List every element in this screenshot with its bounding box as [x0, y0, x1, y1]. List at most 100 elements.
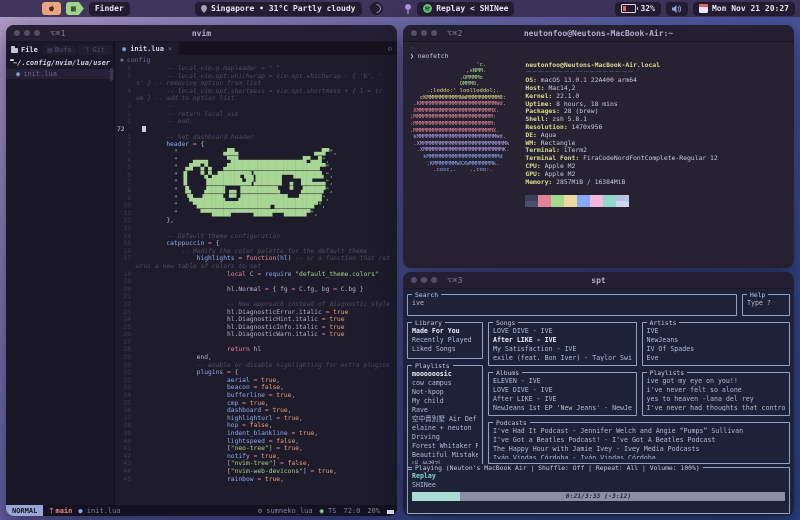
- playlists-panel-left[interactable]: Playlists moooooosiccow campusNot-kpopMy…: [407, 365, 483, 470]
- tab-close-icon[interactable]: ×: [168, 45, 172, 53]
- list-item[interactable]: My child: [412, 397, 478, 406]
- git-branch[interactable]: ᛘmain: [49, 507, 72, 515]
- focus-toggle-icon[interactable]: [370, 2, 383, 15]
- minimize-button[interactable]: [421, 30, 427, 36]
- buffer-tab-init-lua[interactable]: ◉ init.lua ×: [115, 42, 179, 55]
- code-line: 6 -- local_vim.g.mapleader = " ": [115, 65, 397, 73]
- lua-file-icon: ●: [78, 507, 82, 515]
- breadcrumb: ✱ config: [115, 55, 397, 64]
- library-panel[interactable]: Library Made For YouRecently PlayedLiked…: [407, 322, 483, 359]
- tree-root-folder[interactable]: ~/.config/nvim/lua/user: [6, 57, 114, 69]
- list-item[interactable]: LOVE DIVE - IVE: [493, 327, 632, 336]
- terminal-titlebar[interactable]: ⌥⌘2 neutonfoo@Neutons-MacBook-Air:~: [403, 25, 794, 42]
- list-item[interactable]: Beautiful Mistakes: [412, 451, 478, 460]
- list-item[interactable]: ive got my eye on you!!: [647, 377, 786, 386]
- code-line: 21: [115, 293, 397, 301]
- list-item[interactable]: Driving: [412, 433, 478, 442]
- list-item[interactable]: Liked Songs: [412, 345, 478, 354]
- list-item[interactable]: The Happy Hour with Jamie Ivey - Ivey Me…: [493, 445, 785, 454]
- traffic-lights: [411, 277, 437, 283]
- list-item[interactable]: LOVE DIVE - IVE: [493, 386, 632, 395]
- list-item[interactable]: Iván Vindas Córdoba - Iván Vindas Córdob…: [493, 454, 785, 459]
- code-area[interactable]: 6 -- local_vim.g.mapleader = " "5 -- loc…: [115, 64, 397, 505]
- list-item[interactable]: cow campus: [412, 379, 478, 388]
- list-item[interactable]: Made For You: [412, 327, 478, 336]
- list-item[interactable]: I've Had It Podcast - Jennifer Welch and…: [493, 427, 785, 436]
- list-item[interactable]: I've Got a Beatles Podcast! - I've Got A…: [493, 436, 785, 445]
- minimize-button[interactable]: [421, 277, 427, 283]
- weather-label: Singapore • 31°C Partly cloudy: [211, 4, 356, 13]
- list-item[interactable]: i've never felt so alone: [647, 386, 786, 395]
- list-item[interactable]: After LIKE - IVE: [493, 336, 632, 345]
- podcasts-panel[interactable]: Podcasts I've Had It Podcast - Jennifer …: [488, 422, 790, 464]
- list-item[interactable]: Forest Whitaker Ra: [412, 442, 478, 451]
- symbol-icon: ✱: [120, 56, 124, 64]
- code-line: 44 ["nvim-web-devicons"] = true,: [115, 468, 397, 476]
- list-item[interactable]: elaine + neuton: [412, 424, 478, 433]
- window-title: nvim: [66, 29, 337, 38]
- list-item[interactable]: NewJeans 1st EP 'New Jeans' - NewJeans: [493, 404, 632, 411]
- list-item[interactable]: IV Of Spades: [647, 345, 786, 354]
- weather-pill[interactable]: Singapore • 31°C Partly cloudy: [195, 2, 362, 16]
- nvim-titlebar[interactable]: ⌥⌘1 nvim: [6, 25, 397, 42]
- close-button[interactable]: [411, 277, 417, 283]
- songs-panel[interactable]: Songs LOVE DIVE - IVEAfter LIKE - IVEMy …: [488, 322, 637, 366]
- tree-tab-git[interactable]: ᛘGit: [78, 45, 112, 55]
- help-panel[interactable]: Help Type ?: [742, 294, 790, 316]
- logo-line: .XMMMMMMMMMMMMMMMMMMMMMMMMMMk: [410, 141, 509, 148]
- color-swatch: [590, 201, 603, 207]
- list-item[interactable]: My Satisfaction - IVE: [493, 345, 632, 354]
- logo-line: XMMMMMMMMMMMMMMMMMMMMMMMX.: [410, 108, 509, 115]
- spt-titlebar[interactable]: ⌥⌘3 spt: [403, 272, 794, 289]
- now-playing-label: Replay < SHINee: [436, 4, 508, 13]
- close-button[interactable]: [411, 30, 417, 36]
- list-item[interactable]: Recently Played: [412, 336, 478, 345]
- list-item[interactable]: Rave: [412, 406, 478, 415]
- list-item[interactable]: I've never had thoughts that control me: [647, 404, 786, 411]
- list-item[interactable]: Not-kpop: [412, 388, 478, 397]
- tree-tab-bufs[interactable]: ▤Bufs: [43, 45, 77, 55]
- playing-panel[interactable]: Playing (Neuton's MacBook Air | Shuffle:…: [407, 467, 790, 514]
- search-panel[interactable]: Search ive: [407, 294, 737, 316]
- settings-gear-icon[interactable]: ⚙: [388, 45, 392, 53]
- terminal-content[interactable]: ~ ❯ neofetch 'c. ,xNMM. .OMMMMo OMMM0, .…: [403, 42, 794, 210]
- progress-bar[interactable]: 0:21/3:33 (-3:12): [412, 492, 785, 501]
- space-indicator[interactable]: ▦: [66, 2, 84, 15]
- code-line: 32 aerial = true,: [115, 377, 397, 385]
- albums-panel[interactable]: Albums ELEVEN - IVELOVE DIVE - IVEAfter …: [488, 372, 637, 416]
- list-item[interactable]: 空中賣別墅 Air Def: [412, 415, 478, 424]
- tree-scrollbar[interactable]: [110, 68, 113, 81]
- list-item[interactable]: IVE: [647, 327, 786, 336]
- code-line: 39 indent_blankline = true,: [115, 430, 397, 438]
- zoom-button[interactable]: [34, 30, 40, 36]
- playlists-panel-right[interactable]: Playlists ive got my eye on you!!i've ne…: [642, 372, 791, 416]
- minimize-button[interactable]: [24, 30, 30, 36]
- clock-pill[interactable]: Mon Nov 21 20:27: [693, 2, 795, 16]
- pin-icon[interactable]: [404, 4, 412, 14]
- list-item[interactable]: NewJeans: [647, 336, 786, 345]
- apple-menu-button[interactable]: [42, 2, 61, 15]
- list-item[interactable]: Eve: [647, 354, 786, 361]
- folder-icon: [11, 48, 18, 53]
- tree-file-init-lua[interactable]: ◉init.lua: [6, 69, 114, 79]
- tree-tab-file[interactable]: File: [8, 45, 41, 55]
- list-item[interactable]: exile (feat. Bon Iver) - Taylor Swift,: [493, 354, 632, 361]
- logo-line: :MMMMMMMMMMMMMMMMMMMMMMMM:: [410, 121, 509, 128]
- lua-file-icon: ◉: [122, 45, 126, 53]
- list-item[interactable]: yes to heaven -lana del rey: [647, 395, 786, 404]
- zoom-button[interactable]: [431, 277, 437, 283]
- now-playing-pill[interactable]: Replay < SHINee: [417, 2, 514, 16]
- volume-pill[interactable]: [666, 2, 688, 16]
- list-item[interactable]: After LIKE - IVE: [493, 395, 632, 404]
- zoom-button[interactable]: [431, 30, 437, 36]
- search-input[interactable]: ive: [412, 299, 732, 308]
- traffic-lights: [14, 30, 40, 36]
- close-button[interactable]: [14, 30, 20, 36]
- list-item[interactable]: ELEVEN - IVE: [493, 377, 632, 386]
- scroll-percent: 20%: [367, 507, 380, 515]
- front-app-pill[interactable]: Finder: [89, 2, 130, 16]
- artists-panel[interactable]: Artists IVENewJeansIV Of SpadesEve: [642, 322, 791, 366]
- spotify-icon: [423, 4, 432, 13]
- list-item[interactable]: moooooosic: [412, 370, 478, 379]
- battery-pill[interactable]: 32%: [615, 2, 660, 16]
